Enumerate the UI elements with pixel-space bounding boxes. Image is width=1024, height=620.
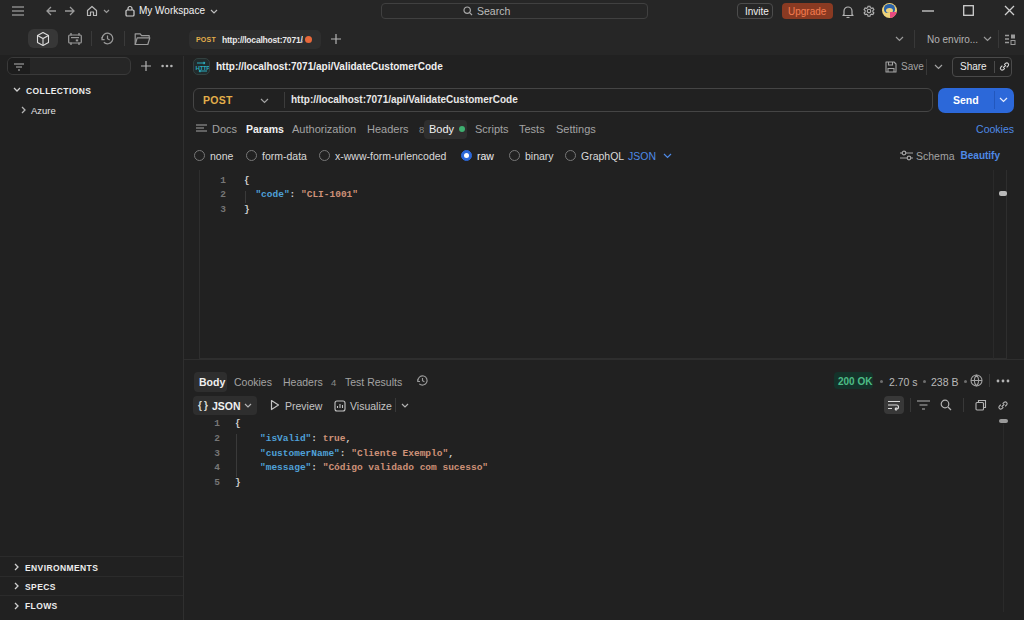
svg-text:HTTP: HTTP xyxy=(196,65,209,71)
